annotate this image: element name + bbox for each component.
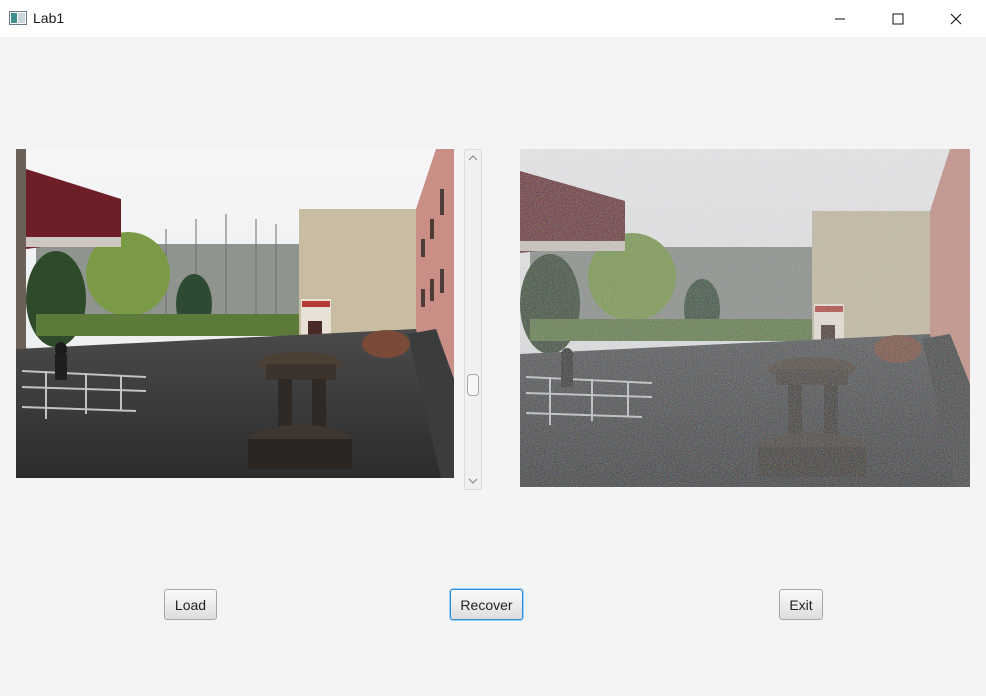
load-button[interactable]: Load: [164, 589, 217, 620]
exit-button[interactable]: Exit: [779, 589, 823, 620]
maximize-icon: [892, 13, 904, 25]
recover-button[interactable]: Recover: [450, 589, 523, 620]
java-app-icon: [9, 11, 27, 25]
minimize-button[interactable]: [811, 0, 869, 37]
vertical-scrollbar[interactable]: [464, 149, 482, 490]
courtyard-photo-with-noise: [520, 149, 970, 487]
close-icon: [950, 13, 962, 25]
app-window: Lab1 Load Recover Exit: [0, 0, 986, 696]
scroll-thumb[interactable]: [467, 374, 479, 397]
original-image: [16, 149, 454, 478]
scroll-up-button[interactable]: [465, 150, 481, 166]
chevron-down-icon: [468, 472, 478, 490]
chevron-up-icon: [468, 149, 478, 167]
window-title: Lab1: [33, 10, 65, 26]
noisy-image: [520, 149, 970, 487]
minimize-icon: [834, 13, 846, 25]
close-button[interactable]: [927, 0, 985, 37]
scroll-down-button[interactable]: [465, 473, 481, 489]
maximize-button[interactable]: [869, 0, 927, 37]
courtyard-photo: [16, 149, 454, 478]
title-bar[interactable]: Lab1: [0, 0, 986, 37]
